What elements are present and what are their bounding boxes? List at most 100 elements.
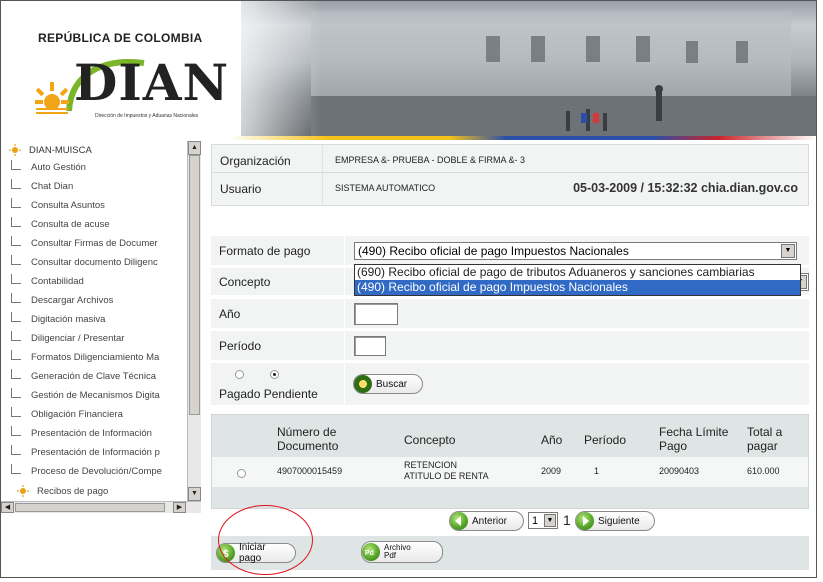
anterior-button[interactable]: Anterior (449, 511, 524, 531)
siguiente-label: Siguiente (598, 515, 640, 527)
buscar-button[interactable]: Buscar (353, 374, 423, 394)
cell-numero: 4907000015459 (277, 466, 343, 476)
anio-label: Año (219, 307, 241, 321)
divider (344, 236, 345, 265)
tree-branch-icon (11, 198, 21, 208)
archivo-pdf-label: Archivo Pdf (384, 543, 411, 560)
siguiente-button[interactable]: Siguiente (575, 511, 655, 531)
tree-branch-icon (11, 331, 21, 341)
sidebar-item[interactable]: Digitación masiva (11, 310, 105, 328)
row-select-radio[interactable] (237, 469, 246, 478)
sidebar-item[interactable]: Consultar Firmas de Documer (11, 234, 158, 252)
tree-branch-icon (11, 464, 21, 474)
total-pages: 1 (563, 512, 571, 528)
sidebar-item[interactable]: Consulta Asuntos (11, 196, 105, 214)
tree-branch-icon (11, 369, 21, 379)
arrow-left-icon (450, 512, 468, 530)
divider (322, 145, 323, 175)
scroll-thumb[interactable] (189, 155, 200, 415)
scroll-up-arrow-icon[interactable]: ▲ (188, 141, 201, 155)
column-header: Período (584, 433, 627, 447)
column-header: Número de Documento (277, 425, 339, 453)
scroll-thumb[interactable] (15, 503, 165, 512)
column-header: Año (541, 433, 563, 447)
sidebar-item-label: Auto Gestión (31, 161, 86, 173)
chevron-down-icon[interactable]: ▼ (781, 244, 795, 258)
folder-sun-icon (9, 144, 21, 156)
sidebar-item[interactable]: Diligenciar / Presentar (11, 329, 124, 347)
sidebar-item[interactable]: Obligación Financiera (11, 405, 123, 423)
formato-option-selected[interactable]: (490) Recibo oficial de pago Impuestos N… (355, 280, 800, 295)
table-row[interactable]: 4907000015459 RETENCION ATITULO DE RENTA… (212, 457, 808, 487)
tree-branch-icon (11, 236, 21, 246)
arrow-right-icon (576, 512, 594, 530)
sidebar-item[interactable]: Consultar documento Diligenc (11, 253, 158, 271)
concepto-label: Concepto (219, 275, 271, 289)
tree-root-label: DIAN-MUISCA (29, 144, 92, 156)
sidebar-horizontal-scrollbar[interactable]: ◀ ▶ (1, 501, 201, 513)
organizacion-value: EMPRESA &- PRUEBA - DOBLE & FIRMA &- 3 (335, 155, 526, 165)
formato-dropdown-list[interactable]: (690) Recibo oficial de pago de tributos… (354, 264, 801, 296)
column-header: Fecha Límite Pago (659, 425, 729, 453)
tree-branch-icon (11, 293, 21, 303)
anio-row: Año (211, 299, 809, 329)
pendiente-radio[interactable] (270, 370, 279, 379)
sidebar-item[interactable]: Descargar Archivos (11, 291, 113, 309)
header-banner-photo (241, 1, 816, 136)
scroll-left-arrow-icon[interactable]: ◀ (1, 502, 14, 513)
sidebar-item[interactable]: Contabilidad (11, 272, 84, 290)
sidebar-item[interactable]: Proceso de Devolución/Compe (11, 462, 162, 480)
results-table: Número de Documento Concepto Año Período… (211, 414, 809, 509)
sidebar-item-label: Contabilidad (31, 275, 84, 287)
cell-total: 610.000 (747, 466, 780, 476)
header-stripe (1, 136, 816, 140)
sidebar-item-label: Presentación de Información (31, 427, 152, 439)
sidebar-item-label: Diligenciar / Presentar (31, 332, 125, 344)
anterior-label: Anterior (472, 515, 508, 527)
sidebar-item-label: Formatos Diligenciamiento Ma (31, 351, 160, 363)
divider (344, 363, 345, 405)
sidebar-item-label: Gestión de Mecanismos Digita (31, 389, 160, 401)
sidebar-item[interactable]: Generación de Clave Técnica (11, 367, 156, 385)
anio-input[interactable] (354, 303, 398, 325)
formato-selected-value: (490) Recibo oficial de pago Impuestos N… (358, 244, 629, 258)
formato-label: Formato de pago (219, 244, 311, 258)
formato-option[interactable]: (690) Recibo oficial de pago de tributos… (355, 265, 800, 280)
sidebar-item[interactable]: Consulta de acuse (11, 215, 110, 233)
cell-fecha: 20090403 (659, 466, 700, 476)
header: REPÚBLICA DE COLOMBIA DIAN Dirección de … (1, 1, 816, 141)
sidebar-item[interactable]: Gestión de Mecanismos Digita (11, 386, 160, 404)
sidebar-item[interactable]: Chat Dian (11, 177, 73, 195)
tree-root[interactable]: DIAN-MUISCA (9, 143, 92, 157)
annotation-circle (218, 505, 313, 575)
sidebar-item[interactable]: Presentación de Información (11, 424, 152, 442)
archivo-pdf-button[interactable]: Pd Archivo Pdf (361, 541, 443, 563)
column-header: Concepto (404, 433, 456, 447)
formato-select[interactable]: (490) Recibo oficial de pago Impuestos N… (354, 242, 797, 260)
chevron-down-icon[interactable]: ▼ (544, 514, 556, 527)
sidebar-item[interactable]: Auto Gestión (11, 158, 86, 176)
menu-tree: DIAN-MUISCA Auto Gestión Chat Dian Consu… (1, 141, 186, 501)
sidebar-item-label: Generación de Clave Técnica (31, 370, 156, 382)
pdf-icon: Pd (362, 543, 380, 561)
sidebar-item[interactable]: Presentación de Información p (11, 443, 160, 461)
scroll-down-arrow-icon[interactable]: ▼ (188, 487, 201, 501)
tree-branch-icon (11, 350, 21, 360)
periodo-input[interactable] (354, 336, 386, 356)
formato-row: Formato de pago (490) Recibo oficial de … (211, 236, 809, 266)
column-header: Total a pagar (747, 425, 783, 453)
sidebar-item-label: Digitación masiva (31, 313, 106, 325)
folder-sun-icon (17, 485, 29, 497)
organizacion-label: Organización (220, 154, 291, 168)
cell-anio: 2009 (541, 466, 562, 476)
sidebar-vertical-scrollbar[interactable]: ▲ ▼ (187, 141, 201, 501)
sidebar-item[interactable]: Formatos Diligenciamiento Ma (11, 348, 159, 366)
page-select[interactable]: 1 ▼ (528, 512, 558, 529)
scroll-right-arrow-icon[interactable]: ▶ (173, 502, 186, 513)
status-label: Pagado Pendiente (219, 387, 318, 401)
sidebar-item-label: Obligación Financiera (31, 408, 123, 420)
pagado-radio[interactable] (235, 370, 244, 379)
logo-subtitle: Dirección de Impuestos y Aduanas Naciona… (95, 113, 199, 119)
sidebar-folder-recibos[interactable]: Recibos de pago (17, 482, 108, 500)
sidebar-item-label: Consultar Firmas de Documer (31, 237, 158, 249)
